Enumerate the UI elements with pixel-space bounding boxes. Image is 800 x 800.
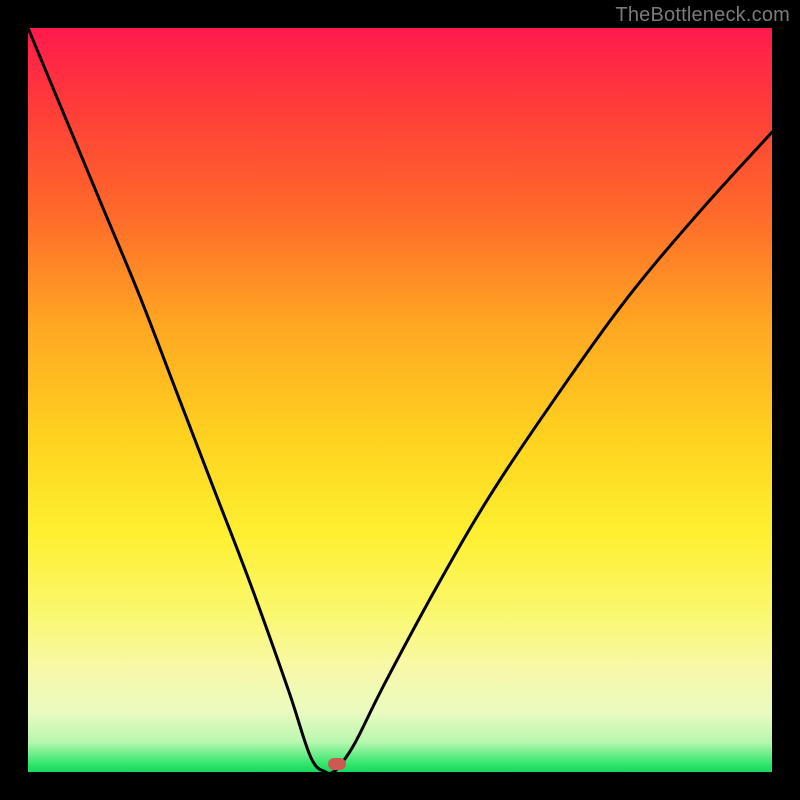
optimum-marker (328, 758, 346, 770)
watermark-text: TheBottleneck.com (615, 4, 790, 27)
bottleneck-curve (28, 28, 772, 772)
chart-area (28, 28, 772, 772)
